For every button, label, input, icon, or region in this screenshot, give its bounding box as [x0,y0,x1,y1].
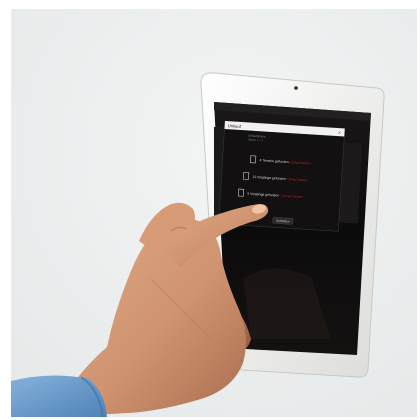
product-photo: Umlauf × Umlaufstatus Aktion 1 / 3 4 Ter… [11,9,417,417]
front-camera [294,86,298,90]
dialog-title: Umlauf [228,123,242,129]
tablet-in-hand-scene: Umlauf × Umlaufstatus Aktion 1 / 3 4 Ter… [11,9,417,417]
close-button-label: Schließen [276,219,290,224]
dialog-close-icon[interactable]: × [338,130,341,136]
